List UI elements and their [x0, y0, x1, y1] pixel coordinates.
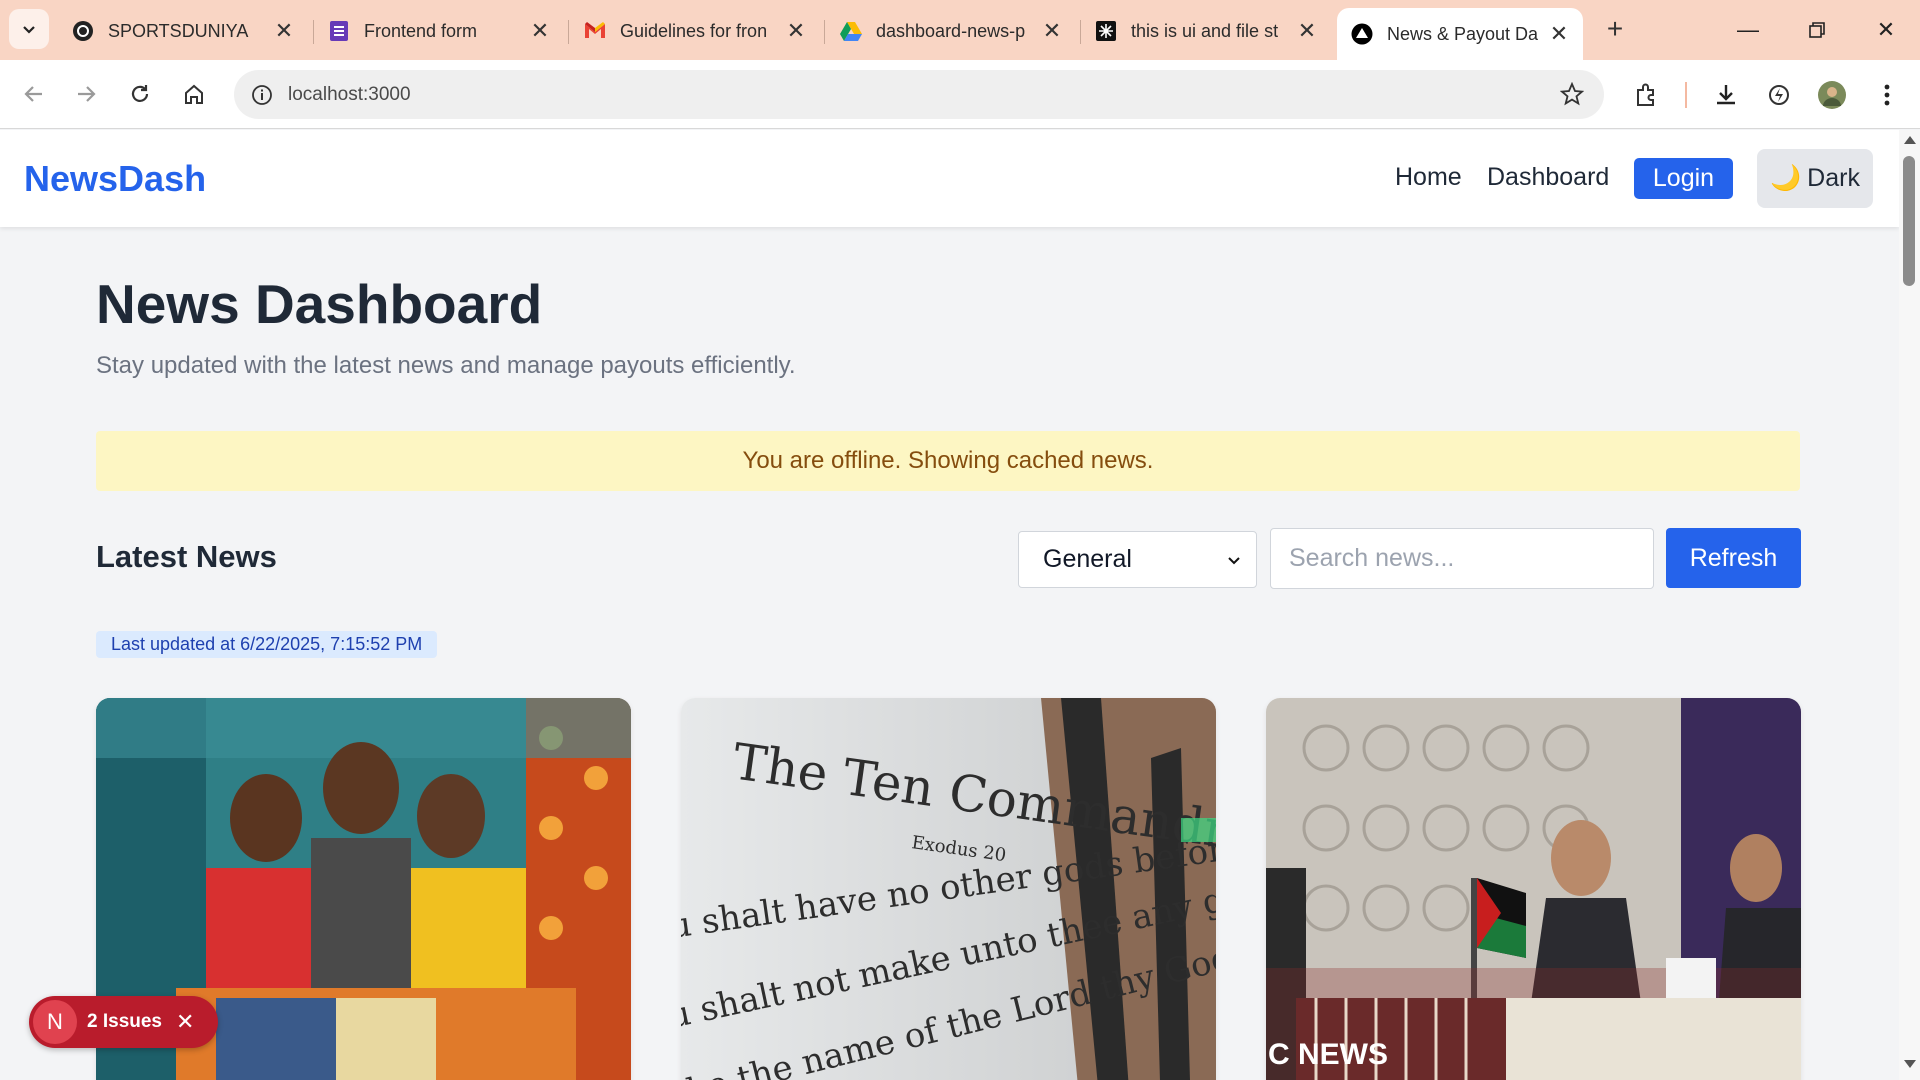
page-viewport: NewsDash Home Dashboard Login 🌙 Dark New…	[0, 130, 1899, 1080]
forms-icon	[328, 20, 350, 42]
tab-title: SPORTSDUNIYA	[108, 20, 249, 41]
reload-button[interactable]	[120, 74, 160, 114]
login-button[interactable]: Login	[1634, 158, 1733, 199]
news-card-image	[1266, 698, 1801, 1080]
tab-title: Guidelines for fron	[620, 20, 768, 41]
new-tab-button[interactable]: +	[1598, 12, 1632, 46]
site-icon	[1095, 20, 1117, 42]
chevron-down-icon	[23, 26, 35, 34]
forward-button[interactable]	[66, 74, 106, 114]
news-card[interactable]: C NEWS	[1266, 698, 1801, 1080]
browser-tab[interactable]: SPORTSDUNIYA ✕	[58, 8, 308, 54]
download-icon[interactable]	[1709, 78, 1743, 112]
url-text: localhost:3000	[288, 83, 411, 105]
close-icon[interactable]: ✕	[782, 17, 810, 45]
moon-icon: 🌙	[1770, 164, 1802, 192]
sportsduniya-icon	[72, 20, 94, 42]
refresh-button[interactable]: Refresh	[1666, 528, 1801, 588]
reload-icon	[131, 85, 149, 102]
toolbar-divider	[1685, 82, 1687, 108]
news-card-watermark: C NEWS	[1268, 1038, 1388, 1071]
forward-arrow-icon	[78, 86, 96, 102]
back-button[interactable]	[14, 74, 54, 114]
tab-divider	[824, 20, 825, 44]
restore-button[interactable]	[1793, 10, 1841, 50]
close-icon[interactable]: ✕	[270, 17, 298, 45]
dark-mode-toggle[interactable]: 🌙 Dark	[1757, 149, 1873, 208]
section-title: Latest News	[96, 539, 277, 574]
page-title: News Dashboard	[96, 273, 543, 335]
extensions-icon[interactable]	[1630, 78, 1664, 112]
browser-menu-icon[interactable]	[1870, 78, 1904, 112]
scroll-thumb[interactable]	[1903, 156, 1915, 286]
news-card-image: The Ten Commandments Exodus 20 u shalt h…	[681, 698, 1216, 1080]
offline-banner: You are offline. Showing cached news.	[96, 431, 1800, 491]
vercel-icon	[1351, 23, 1373, 45]
issues-count: 2 Issues	[87, 1011, 162, 1032]
profile-avatar[interactable]	[1815, 78, 1849, 112]
close-icon[interactable]: ✕	[1545, 20, 1573, 48]
browser-toolbar: localhost:3000	[0, 60, 1920, 129]
tab-divider	[568, 20, 569, 44]
browser-tab[interactable]: this is ui and file st ✕	[1081, 8, 1331, 54]
news-card[interactable]: The Ten Commandments Exodus 20 u shalt h…	[681, 698, 1216, 1080]
restore-icon	[1809, 22, 1825, 38]
browser-tab[interactable]: dashboard-news-p ✕	[826, 8, 1076, 54]
home-button[interactable]	[174, 74, 214, 114]
category-selected-value: General	[1043, 545, 1132, 573]
close-icon[interactable]: ✕	[1293, 17, 1321, 45]
drive-icon	[840, 20, 862, 42]
browser-tab-active[interactable]: News & Payout Da ✕	[1337, 8, 1583, 60]
page-subtitle: Stay updated with the latest news and ma…	[96, 352, 796, 379]
back-arrow-icon	[24, 86, 42, 102]
category-select[interactable]: General	[1018, 531, 1257, 588]
tab-search-button[interactable]	[9, 9, 49, 49]
site-info-icon[interactable]	[240, 73, 284, 117]
tab-title: News & Payout Da	[1387, 23, 1539, 44]
browser-tab[interactable]: Guidelines for fron ✕	[570, 8, 820, 54]
last-updated-badge: Last updated at 6/22/2025, 7:15:52 PM	[96, 631, 438, 658]
tab-title: Frontend form	[364, 20, 478, 41]
close-icon[interactable]: ✕	[176, 1009, 194, 1035]
scroll-up-arrow-icon[interactable]	[1904, 136, 1916, 144]
page-scrollbar[interactable]	[1899, 130, 1920, 1080]
home-icon	[185, 84, 203, 104]
browser-tab-bar: SPORTSDUNIYA ✕ Frontend form ✕ Guideline…	[0, 0, 1920, 60]
tab-title: dashboard-news-p	[876, 20, 1026, 41]
chevron-down-icon	[1228, 557, 1240, 565]
close-window-button[interactable]: ✕	[1862, 10, 1910, 50]
scroll-down-arrow-icon[interactable]	[1904, 1060, 1916, 1068]
next-logo-icon: N	[33, 1000, 77, 1044]
browser-tab[interactable]: Frontend form ✕	[314, 8, 564, 54]
dark-mode-label: Dark	[1807, 164, 1860, 192]
gmail-icon	[584, 20, 606, 42]
nav-dashboard-link[interactable]: Dashboard	[1487, 163, 1609, 192]
close-icon[interactable]: ✕	[526, 17, 554, 45]
nav-home-link[interactable]: Home	[1395, 163, 1462, 192]
brand-logo[interactable]: NewsDash	[24, 158, 206, 200]
bookmark-star-icon[interactable]	[1559, 81, 1585, 111]
close-icon[interactable]: ✕	[1038, 17, 1066, 45]
minimize-button[interactable]: —	[1724, 10, 1772, 50]
search-input[interactable]: Search news...	[1270, 528, 1654, 589]
app-navbar: NewsDash Home Dashboard Login 🌙 Dark	[0, 130, 1899, 227]
tab-title: this is ui and file st	[1131, 20, 1279, 41]
address-bar[interactable]: localhost:3000	[234, 70, 1604, 119]
dev-issues-badge[interactable]: N 2 Issues ✕	[29, 996, 218, 1048]
performance-icon[interactable]	[1762, 78, 1796, 112]
